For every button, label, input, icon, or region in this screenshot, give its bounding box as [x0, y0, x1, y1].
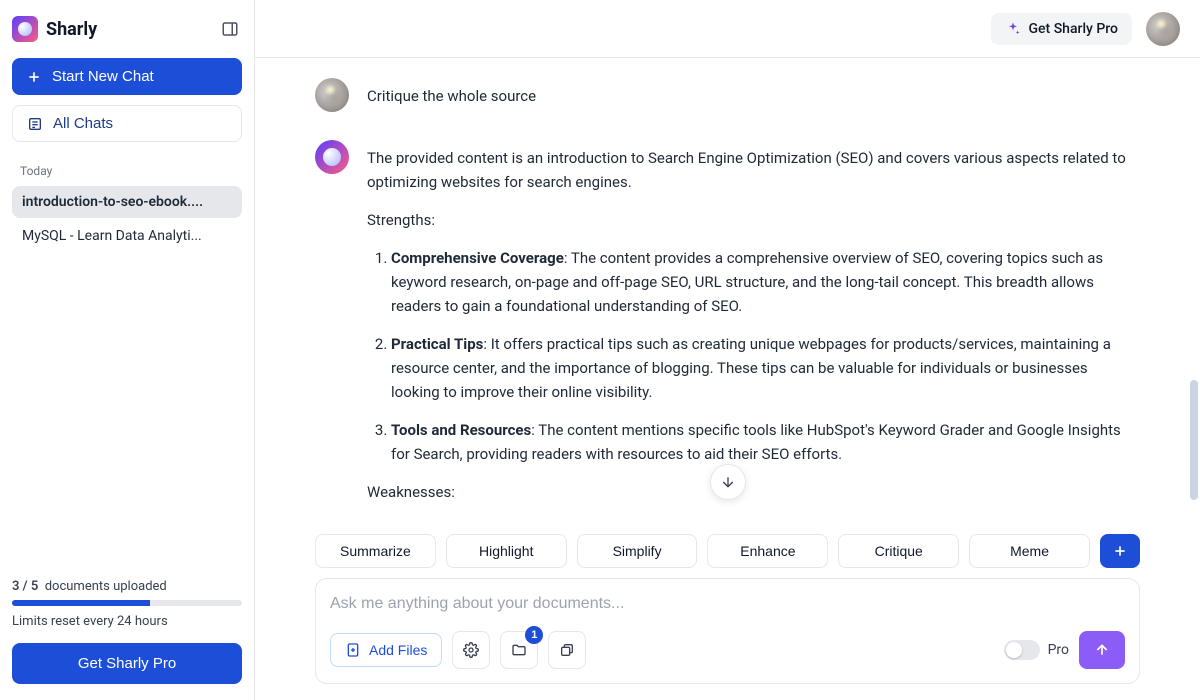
send-button[interactable]: [1079, 631, 1125, 669]
list-icon: [27, 116, 43, 132]
scroll-down-button[interactable]: [710, 464, 746, 500]
pro-toggle-switch[interactable]: [1004, 640, 1040, 660]
strength-title: Practical Tips: [391, 335, 483, 353]
pro-toggle-label: Pro: [1048, 642, 1069, 658]
arrow-down-icon: [720, 474, 736, 490]
scrollbar-thumb[interactable]: [1190, 380, 1198, 500]
strength-title: Tools and Resources: [391, 421, 531, 439]
sidebar-header: Sharly: [12, 16, 242, 42]
extension-icon: [559, 642, 575, 658]
qa-meme[interactable]: Meme: [969, 534, 1090, 568]
usage-text: 3 / 5 documents uploaded: [12, 579, 242, 594]
strength-item: Practical Tips: It offers practical tips…: [391, 332, 1140, 404]
get-pro-pill-label: Get Sharly Pro: [1029, 21, 1118, 37]
topbar: Get Sharly Pro: [255, 0, 1200, 58]
panel-icon: [221, 20, 239, 38]
strength-item: Tools and Resources: The content mention…: [391, 418, 1140, 466]
user-avatar[interactable]: [1146, 12, 1180, 46]
extension-button[interactable]: [548, 631, 586, 669]
qa-enhance[interactable]: Enhance: [707, 534, 828, 568]
limits-text: Limits reset every 24 hours: [12, 614, 242, 629]
bot-intro: The provided content is an introduction …: [367, 146, 1140, 194]
bot-message-avatar: [315, 140, 349, 174]
main: Get Sharly Pro Critique the whole source…: [255, 0, 1200, 700]
brand: Sharly: [12, 16, 97, 42]
qa-critique[interactable]: Critique: [838, 534, 959, 568]
strengths-heading: Strengths:: [367, 208, 1140, 232]
section-today-label: Today: [12, 160, 242, 182]
all-chats-button[interactable]: All Chats: [12, 105, 242, 142]
input-box: Add Files 1 Pro: [315, 578, 1140, 684]
chat-area[interactable]: Critique the whole source The provided c…: [255, 58, 1200, 534]
strength-text: : It offers practical tips such as creat…: [391, 335, 1111, 401]
gear-icon: [463, 642, 479, 658]
bot-message: The provided content is an introduction …: [315, 140, 1140, 518]
brand-logo: [12, 16, 38, 42]
usage-progress: [12, 600, 242, 606]
user-message-text: Critique the whole source: [367, 78, 1140, 112]
action-bar: Summarize Highlight Simplify Enhance Cri…: [255, 534, 1200, 700]
scrollbar[interactable]: [1190, 60, 1198, 640]
add-files-button[interactable]: Add Files: [330, 633, 442, 667]
sidebar-collapse-button[interactable]: [218, 17, 242, 41]
new-chat-button[interactable]: Start New Chat: [12, 58, 242, 95]
folder-button[interactable]: 1: [500, 631, 538, 669]
plus-icon: [26, 69, 42, 85]
sidebar: Sharly Start New Chat All Chats Today in…: [0, 0, 255, 700]
input-controls: Add Files 1 Pro: [330, 631, 1125, 669]
chat-item[interactable]: introduction-to-seo-ebook....: [12, 186, 242, 218]
all-chats-label: All Chats: [53, 115, 113, 132]
usage-label: documents uploaded: [45, 579, 167, 594]
qa-summarize[interactable]: Summarize: [315, 534, 436, 568]
new-chat-label: Start New Chat: [52, 68, 154, 85]
user-message-avatar: [315, 78, 349, 112]
get-pro-pill[interactable]: Get Sharly Pro: [991, 13, 1132, 45]
qa-highlight[interactable]: Highlight: [446, 534, 567, 568]
bot-message-content: The provided content is an introduction …: [367, 140, 1140, 518]
usage-progress-fill: [12, 600, 150, 606]
chat-input[interactable]: [330, 595, 1125, 613]
qa-simplify[interactable]: Simplify: [577, 534, 698, 568]
sparkle-icon: [1005, 21, 1021, 37]
user-message: Critique the whole source: [315, 78, 1140, 112]
arrow-up-icon: [1094, 642, 1110, 658]
pro-toggle: Pro: [1004, 640, 1069, 660]
usage-count: 3 / 5: [12, 579, 38, 594]
quick-actions: Summarize Highlight Simplify Enhance Cri…: [315, 534, 1140, 568]
add-files-label: Add Files: [369, 642, 427, 658]
get-pro-button[interactable]: Get Sharly Pro: [12, 643, 242, 684]
strength-title: Comprehensive Coverage: [391, 249, 564, 267]
strengths-list: Comprehensive Coverage: The content prov…: [367, 246, 1140, 466]
weaknesses-heading: Weaknesses:: [367, 480, 1140, 504]
folder-badge: 1: [525, 626, 543, 644]
plus-icon: [1112, 543, 1128, 559]
folder-icon: [511, 642, 527, 658]
settings-button[interactable]: [452, 631, 490, 669]
sidebar-footer: 3 / 5 documents uploaded Limits reset ev…: [12, 579, 242, 684]
file-plus-icon: [345, 642, 361, 658]
brand-name: Sharly: [46, 19, 97, 40]
qa-add-button[interactable]: [1100, 534, 1140, 568]
strength-item: Comprehensive Coverage: The content prov…: [391, 246, 1140, 318]
chat-item[interactable]: MySQL - Learn Data Analyti...: [12, 220, 242, 252]
